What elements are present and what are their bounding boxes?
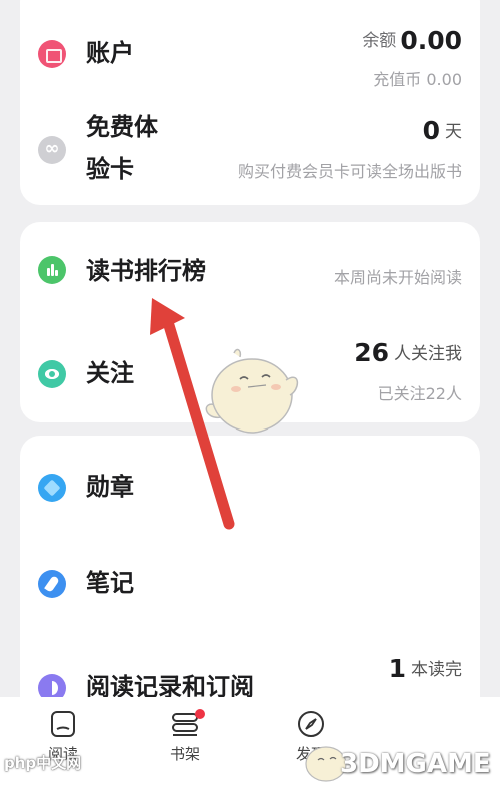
trial-days: 0天 (423, 116, 462, 145)
finished-value: 1 (388, 654, 406, 683)
finished-suffix: 本读完 (411, 660, 462, 680)
account-row[interactable]: 账户 余额 0.00 充值币 0.00 (20, 20, 480, 90)
balance-label: 余额 (362, 31, 397, 51)
account-label: 账户 (86, 39, 134, 67)
bar-chart-icon (38, 256, 66, 284)
wallet-icon (38, 40, 66, 68)
medal-icon (38, 474, 66, 502)
nav-label-bookshelf: 书架 (169, 745, 200, 763)
trial-days-unit: 天 (445, 122, 462, 142)
medal-label: 勋章 (86, 473, 134, 501)
3dmgame-watermark: 3DMGAME (340, 749, 491, 779)
following-count: 已关注22人 (377, 384, 462, 403)
notes-label: 笔记 (86, 569, 134, 597)
book-open-icon (51, 711, 75, 737)
followers-suffix: 人关注我 (394, 344, 462, 364)
notes-row[interactable]: 笔记 (20, 566, 480, 606)
mascot-sticker (205, 348, 299, 434)
medal-row[interactable]: 勋章 (20, 470, 480, 510)
nav-item-bookshelf[interactable]: 书架 (140, 709, 230, 764)
account-card: 账户 余额 0.00 充值币 0.00 ∞ 免费体 验卡 0天 购买付费会员卡可读… (20, 0, 480, 205)
followers-value: 26 (354, 338, 389, 367)
notification-dot (195, 709, 205, 719)
trial-card-row[interactable]: ∞ 免费体 验卡 0天 购买付费会员卡可读全场出版书 (20, 112, 480, 196)
trial-label-line2: 验卡 (86, 155, 134, 183)
follow-label: 关注 (86, 359, 134, 387)
trial-label-line1: 免费体 (86, 113, 158, 141)
eye-icon (38, 360, 66, 388)
balance-display: 余额 0.00 (362, 26, 462, 55)
trial-promo-text: 购买付费会员卡可读全场出版书 (237, 162, 462, 181)
trial-days-value: 0 (422, 116, 440, 145)
ranking-row[interactable]: 读书排行榜 本周尚未开始阅读 (20, 252, 480, 292)
content-card: 勋章 笔记 阅读记录和订阅 1 本读完 (20, 436, 480, 736)
ranking-status: 本周尚未开始阅读 (333, 268, 462, 287)
feather-icon (38, 570, 66, 598)
php-watermark: php中文网 (4, 754, 82, 772)
coins-balance: 充值币 0.00 (373, 70, 462, 89)
ranking-label: 读书排行榜 (86, 257, 206, 285)
balance-value: 0.00 (400, 26, 462, 55)
infinity-icon: ∞ (38, 136, 66, 164)
finished-count: 1 本读完 (389, 654, 462, 683)
followers-count: 26 人关注我 (354, 338, 462, 367)
compass-icon (298, 711, 324, 737)
